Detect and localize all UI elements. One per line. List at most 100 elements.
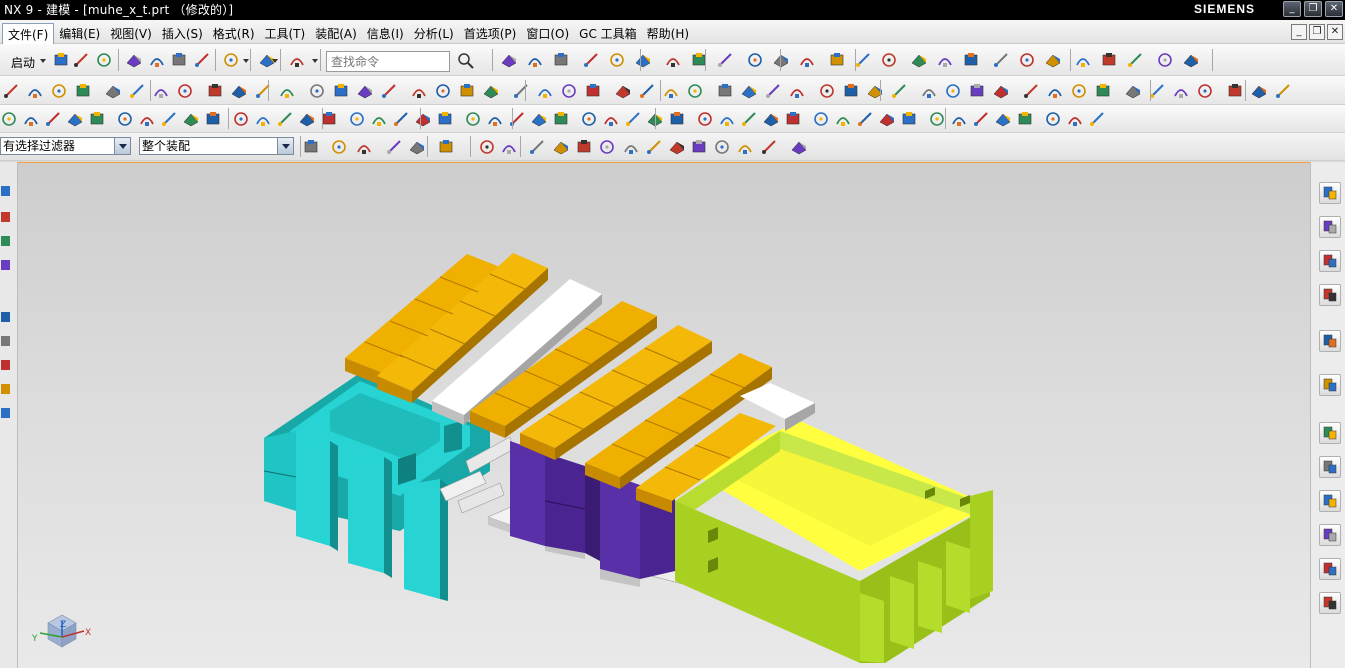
- row1-tool-icon-15[interactable]: [910, 51, 928, 69]
- curve-tool-icon-40[interactable]: [928, 110, 946, 128]
- standard-tool-icon-0[interactable]: [52, 51, 70, 69]
- standard-tool-icon-5[interactable]: [170, 51, 188, 69]
- row1-tool-icon-0[interactable]: [500, 51, 518, 69]
- menu-item-9[interactable]: 首选项(P): [459, 23, 522, 46]
- row1-tool-icon-18[interactable]: [992, 51, 1010, 69]
- left-tool-icon-0[interactable]: [0, 184, 12, 198]
- curve-tool-icon-43[interactable]: [994, 110, 1012, 128]
- row1-tool-icon-14[interactable]: [880, 51, 898, 69]
- feature-tool-icon-25[interactable]: [638, 82, 656, 100]
- dropdown-arrow-icon[interactable]: [272, 59, 278, 63]
- row1-tool-icon-4[interactable]: [608, 51, 626, 69]
- curve-tool-icon-3[interactable]: [66, 110, 84, 128]
- menu-item-4[interactable]: 格式(R): [208, 23, 260, 46]
- selection-tool-icon-13[interactable]: [645, 138, 663, 156]
- row1-tool-icon-8[interactable]: [716, 51, 734, 69]
- feature-tool-icon-24[interactable]: [614, 82, 632, 100]
- standard-tool-icon-1[interactable]: [72, 51, 90, 69]
- row1-tool-icon-13[interactable]: [854, 51, 872, 69]
- row1-tool-icon-10[interactable]: [772, 51, 790, 69]
- system-scenes-icon[interactable]: [1319, 592, 1341, 614]
- row1-tool-icon-5[interactable]: [634, 51, 652, 69]
- graphics-window[interactable]: Z X Y: [18, 162, 1310, 668]
- feature-tool-icon-16[interactable]: [410, 82, 428, 100]
- type-filter-dropdown[interactable]: 有选择过滤器: [0, 137, 131, 155]
- menu-item-2[interactable]: 视图(V): [105, 23, 157, 46]
- feature-tool-icon-20[interactable]: [512, 82, 530, 100]
- row1-tool-icon-19[interactable]: [1018, 51, 1036, 69]
- curve-tool-icon-7[interactable]: [160, 110, 178, 128]
- feature-tool-icon-44[interactable]: [1124, 82, 1142, 100]
- standard-tool-icon-9[interactable]: [288, 51, 306, 69]
- row1-tool-icon-24[interactable]: [1156, 51, 1174, 69]
- feature-tool-icon-7[interactable]: [176, 82, 194, 100]
- curve-tool-icon-2[interactable]: [44, 110, 62, 128]
- selection-tool-icon-18[interactable]: [760, 138, 778, 156]
- model-scene[interactable]: Z X Y: [18, 163, 1310, 668]
- history-icon[interactable]: [1319, 422, 1341, 444]
- curve-tool-icon-12[interactable]: [276, 110, 294, 128]
- web-browser-icon[interactable]: [1319, 374, 1341, 396]
- selection-tool-icon-0[interactable]: [302, 138, 320, 156]
- search-icon[interactable]: [457, 52, 475, 70]
- hd3d-tools-icon[interactable]: [1319, 330, 1341, 352]
- curve-tool-icon-27[interactable]: [624, 110, 642, 128]
- selection-tool-icon-9[interactable]: [552, 138, 570, 156]
- selection-scope-dropdown[interactable]: 整个装配: [139, 137, 294, 155]
- curve-tool-icon-35[interactable]: [812, 110, 830, 128]
- menu-item-8[interactable]: 分析(L): [409, 23, 459, 46]
- feature-tool-icon-1[interactable]: [26, 82, 44, 100]
- feature-tool-icon-39[interactable]: [992, 82, 1010, 100]
- curve-tool-icon-9[interactable]: [204, 110, 222, 128]
- curve-tool-icon-18[interactable]: [414, 110, 432, 128]
- system-materials-icon[interactable]: [1319, 456, 1341, 478]
- curve-tool-icon-19[interactable]: [436, 110, 454, 128]
- feature-tool-icon-14[interactable]: [356, 82, 374, 100]
- curve-tool-icon-37[interactable]: [856, 110, 874, 128]
- feature-tool-icon-38[interactable]: [968, 82, 986, 100]
- row1-tool-icon-2[interactable]: [552, 51, 570, 69]
- reuse-library-icon[interactable]: [1319, 284, 1341, 306]
- feature-tool-icon-8[interactable]: [206, 82, 224, 100]
- curve-tool-icon-32[interactable]: [740, 110, 758, 128]
- feature-tool-icon-6[interactable]: [152, 82, 170, 100]
- feature-tool-icon-9[interactable]: [230, 82, 248, 100]
- feature-tool-icon-22[interactable]: [560, 82, 578, 100]
- curve-tool-icon-34[interactable]: [784, 110, 802, 128]
- left-tool-icon-4[interactable]: [0, 310, 12, 324]
- feature-tool-icon-0[interactable]: [2, 82, 20, 100]
- roles-icon[interactable]: [1319, 558, 1341, 580]
- curve-tool-icon-17[interactable]: [392, 110, 410, 128]
- selection-tool-icon-19[interactable]: [790, 138, 808, 156]
- curve-tool-icon-21[interactable]: [486, 110, 504, 128]
- curve-tool-icon-5[interactable]: [116, 110, 134, 128]
- row1-tool-icon-21[interactable]: [1074, 51, 1092, 69]
- feature-tool-icon-15[interactable]: [380, 82, 398, 100]
- feature-tool-icon-30[interactable]: [764, 82, 782, 100]
- document-close-button[interactable]: ✕: [1327, 24, 1343, 40]
- curve-tool-icon-29[interactable]: [668, 110, 686, 128]
- feature-tool-icon-11[interactable]: [278, 82, 296, 100]
- feature-tool-icon-33[interactable]: [842, 82, 860, 100]
- document-restore-button[interactable]: ❐: [1309, 24, 1325, 40]
- feature-tool-icon-34[interactable]: [866, 82, 884, 100]
- curve-tool-icon-23[interactable]: [530, 110, 548, 128]
- curve-tool-icon-0[interactable]: [0, 110, 18, 128]
- process-studio-icon[interactable]: [1319, 490, 1341, 512]
- part-navigator-icon[interactable]: [1319, 250, 1341, 272]
- feature-tool-icon-19[interactable]: [482, 82, 500, 100]
- curve-tool-icon-16[interactable]: [370, 110, 388, 128]
- left-tool-icon-8[interactable]: [0, 406, 12, 420]
- left-tool-icon-3[interactable]: [0, 258, 12, 272]
- menu-item-12[interactable]: 帮助(H): [642, 23, 694, 46]
- selection-tool-icon-16[interactable]: [713, 138, 731, 156]
- feature-tool-icon-12[interactable]: [308, 82, 326, 100]
- row1-tool-icon-3[interactable]: [582, 51, 600, 69]
- curve-tool-icon-6[interactable]: [138, 110, 156, 128]
- command-finder-input[interactable]: [326, 51, 450, 72]
- menu-item-11[interactable]: GC 工具箱: [574, 23, 642, 46]
- curve-tool-icon-47[interactable]: [1088, 110, 1106, 128]
- feature-tool-icon-26[interactable]: [662, 82, 680, 100]
- feature-tool-icon-17[interactable]: [434, 82, 452, 100]
- curve-tool-icon-26[interactable]: [602, 110, 620, 128]
